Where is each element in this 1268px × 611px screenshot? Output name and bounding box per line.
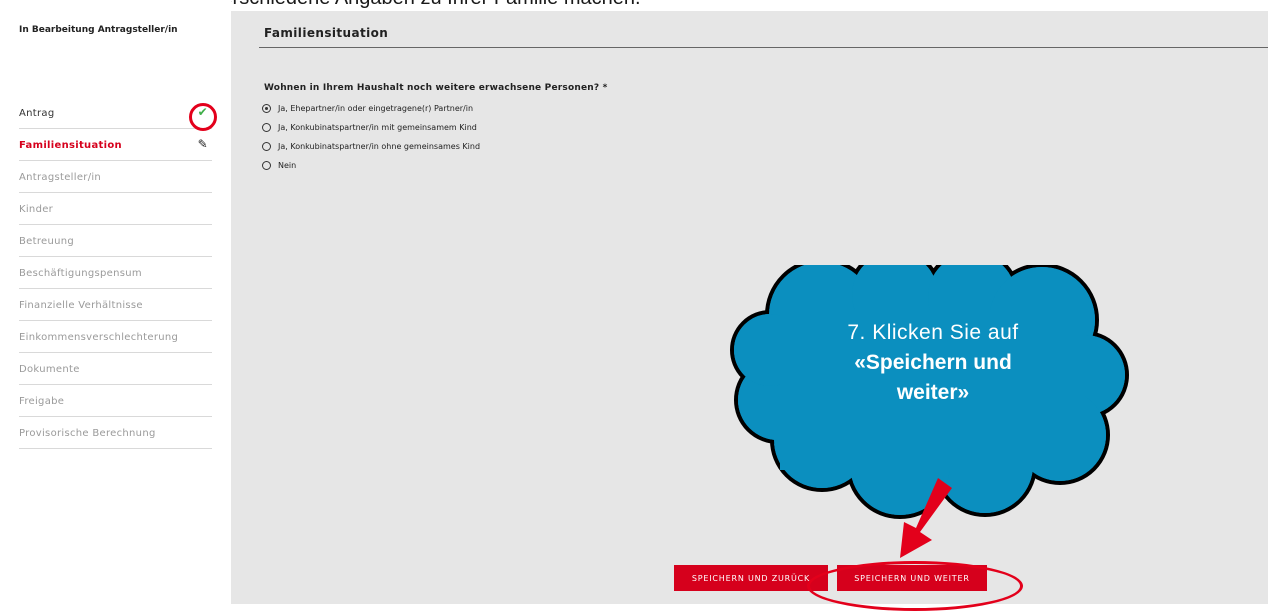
nav-item-label: Kinder <box>19 204 54 215</box>
radio-option-label: Ja, Konkubinatspartner/in mit gemeinsame… <box>278 123 477 132</box>
nav-item-label: Antragsteller/in <box>19 172 102 183</box>
radio-option-nein[interactable]: Nein <box>262 156 480 175</box>
application-status: In Bearbeitung Antragsteller/in <box>19 25 178 35</box>
nav-item-freigabe[interactable]: Freigabe <box>19 385 212 417</box>
nav-item-betreuung[interactable]: Betreuung <box>19 225 212 257</box>
save-and-back-button[interactable]: SPEICHERN UND ZURÜCK <box>674 565 828 591</box>
radio-option-konkubinat-mit-kind[interactable]: Ja, Konkubinatspartner/in mit gemeinsame… <box>262 118 480 137</box>
page-title: Familiensituation <box>264 26 389 40</box>
nav-item-label: Freigabe <box>19 396 65 407</box>
radio-option-konkubinat-ohne-kind[interactable]: Ja, Konkubinatspartner/in ohne gemeinsam… <box>262 137 480 156</box>
arrow-pointer-icon <box>900 478 952 558</box>
nav-item-beschaeftigungspensum[interactable]: Beschäftigungspensum <box>19 257 212 289</box>
nav-item-familiensituation[interactable]: Familiensituation ✎ <box>19 129 212 161</box>
question-label: Wohnen in Ihrem Haushalt noch weitere er… <box>264 83 608 93</box>
nav-item-label: Finanzielle Verhältnisse <box>19 300 143 311</box>
nav-item-kinder[interactable]: Kinder <box>19 193 212 225</box>
nav-item-antragsteller[interactable]: Antragsteller/in <box>19 161 212 193</box>
nav-item-label: Provisorische Berechnung <box>19 428 156 439</box>
highlight-ring-check <box>189 103 217 131</box>
callout-line-2: «Speichern und <box>854 351 1012 374</box>
callout-text: 7. Klicken Sie auf «Speichern und weiter… <box>808 318 1058 408</box>
nav-item-label: Beschäftigungspensum <box>19 268 142 279</box>
pencil-icon: ✎ <box>197 137 208 151</box>
step-navigation: Antrag ✔ Familiensituation ✎ Antragstell… <box>19 97 212 449</box>
radio-option-ehepartner[interactable]: Ja, Ehepartner/in oder eingetragene(r) P… <box>262 99 480 118</box>
radio-option-label: Ja, Konkubinatspartner/in ohne gemeinsam… <box>278 142 481 151</box>
nav-item-einkommensverschlechterung[interactable]: Einkommensverschlechterung <box>19 321 212 353</box>
nav-item-label: Betreuung <box>19 236 75 247</box>
nav-item-label: Einkommensverschlechterung <box>19 332 179 343</box>
title-divider <box>259 47 1268 48</box>
radio-button[interactable] <box>262 161 271 170</box>
nav-item-dokumente[interactable]: Dokumente <box>19 353 212 385</box>
radio-option-label: Nein <box>278 161 297 170</box>
nav-item-provisorische-berechnung[interactable]: Provisorische Berechnung <box>19 417 212 449</box>
nav-item-antrag[interactable]: Antrag ✔ <box>19 97 212 129</box>
nav-item-label: Antrag <box>19 108 55 119</box>
radio-option-label: Ja, Ehepartner/in oder eingetragene(r) P… <box>278 104 474 113</box>
nav-item-label: Familiensituation <box>19 140 122 151</box>
nav-item-finanzielle-verhaeltnisse[interactable]: Finanzielle Verhältnisse <box>19 289 212 321</box>
radio-button[interactable] <box>262 142 271 151</box>
radio-group: Ja, Ehepartner/in oder eingetragene(r) P… <box>262 99 480 175</box>
callout-line-1: 7. Klicken Sie auf <box>847 321 1019 344</box>
nav-item-label: Dokumente <box>19 364 80 375</box>
sidebar: In Bearbeitung Antragsteller/in Antrag ✔… <box>0 0 231 604</box>
radio-button-checked[interactable] <box>262 104 271 113</box>
callout-line-3: weiter» <box>896 381 970 404</box>
radio-button[interactable] <box>262 123 271 132</box>
